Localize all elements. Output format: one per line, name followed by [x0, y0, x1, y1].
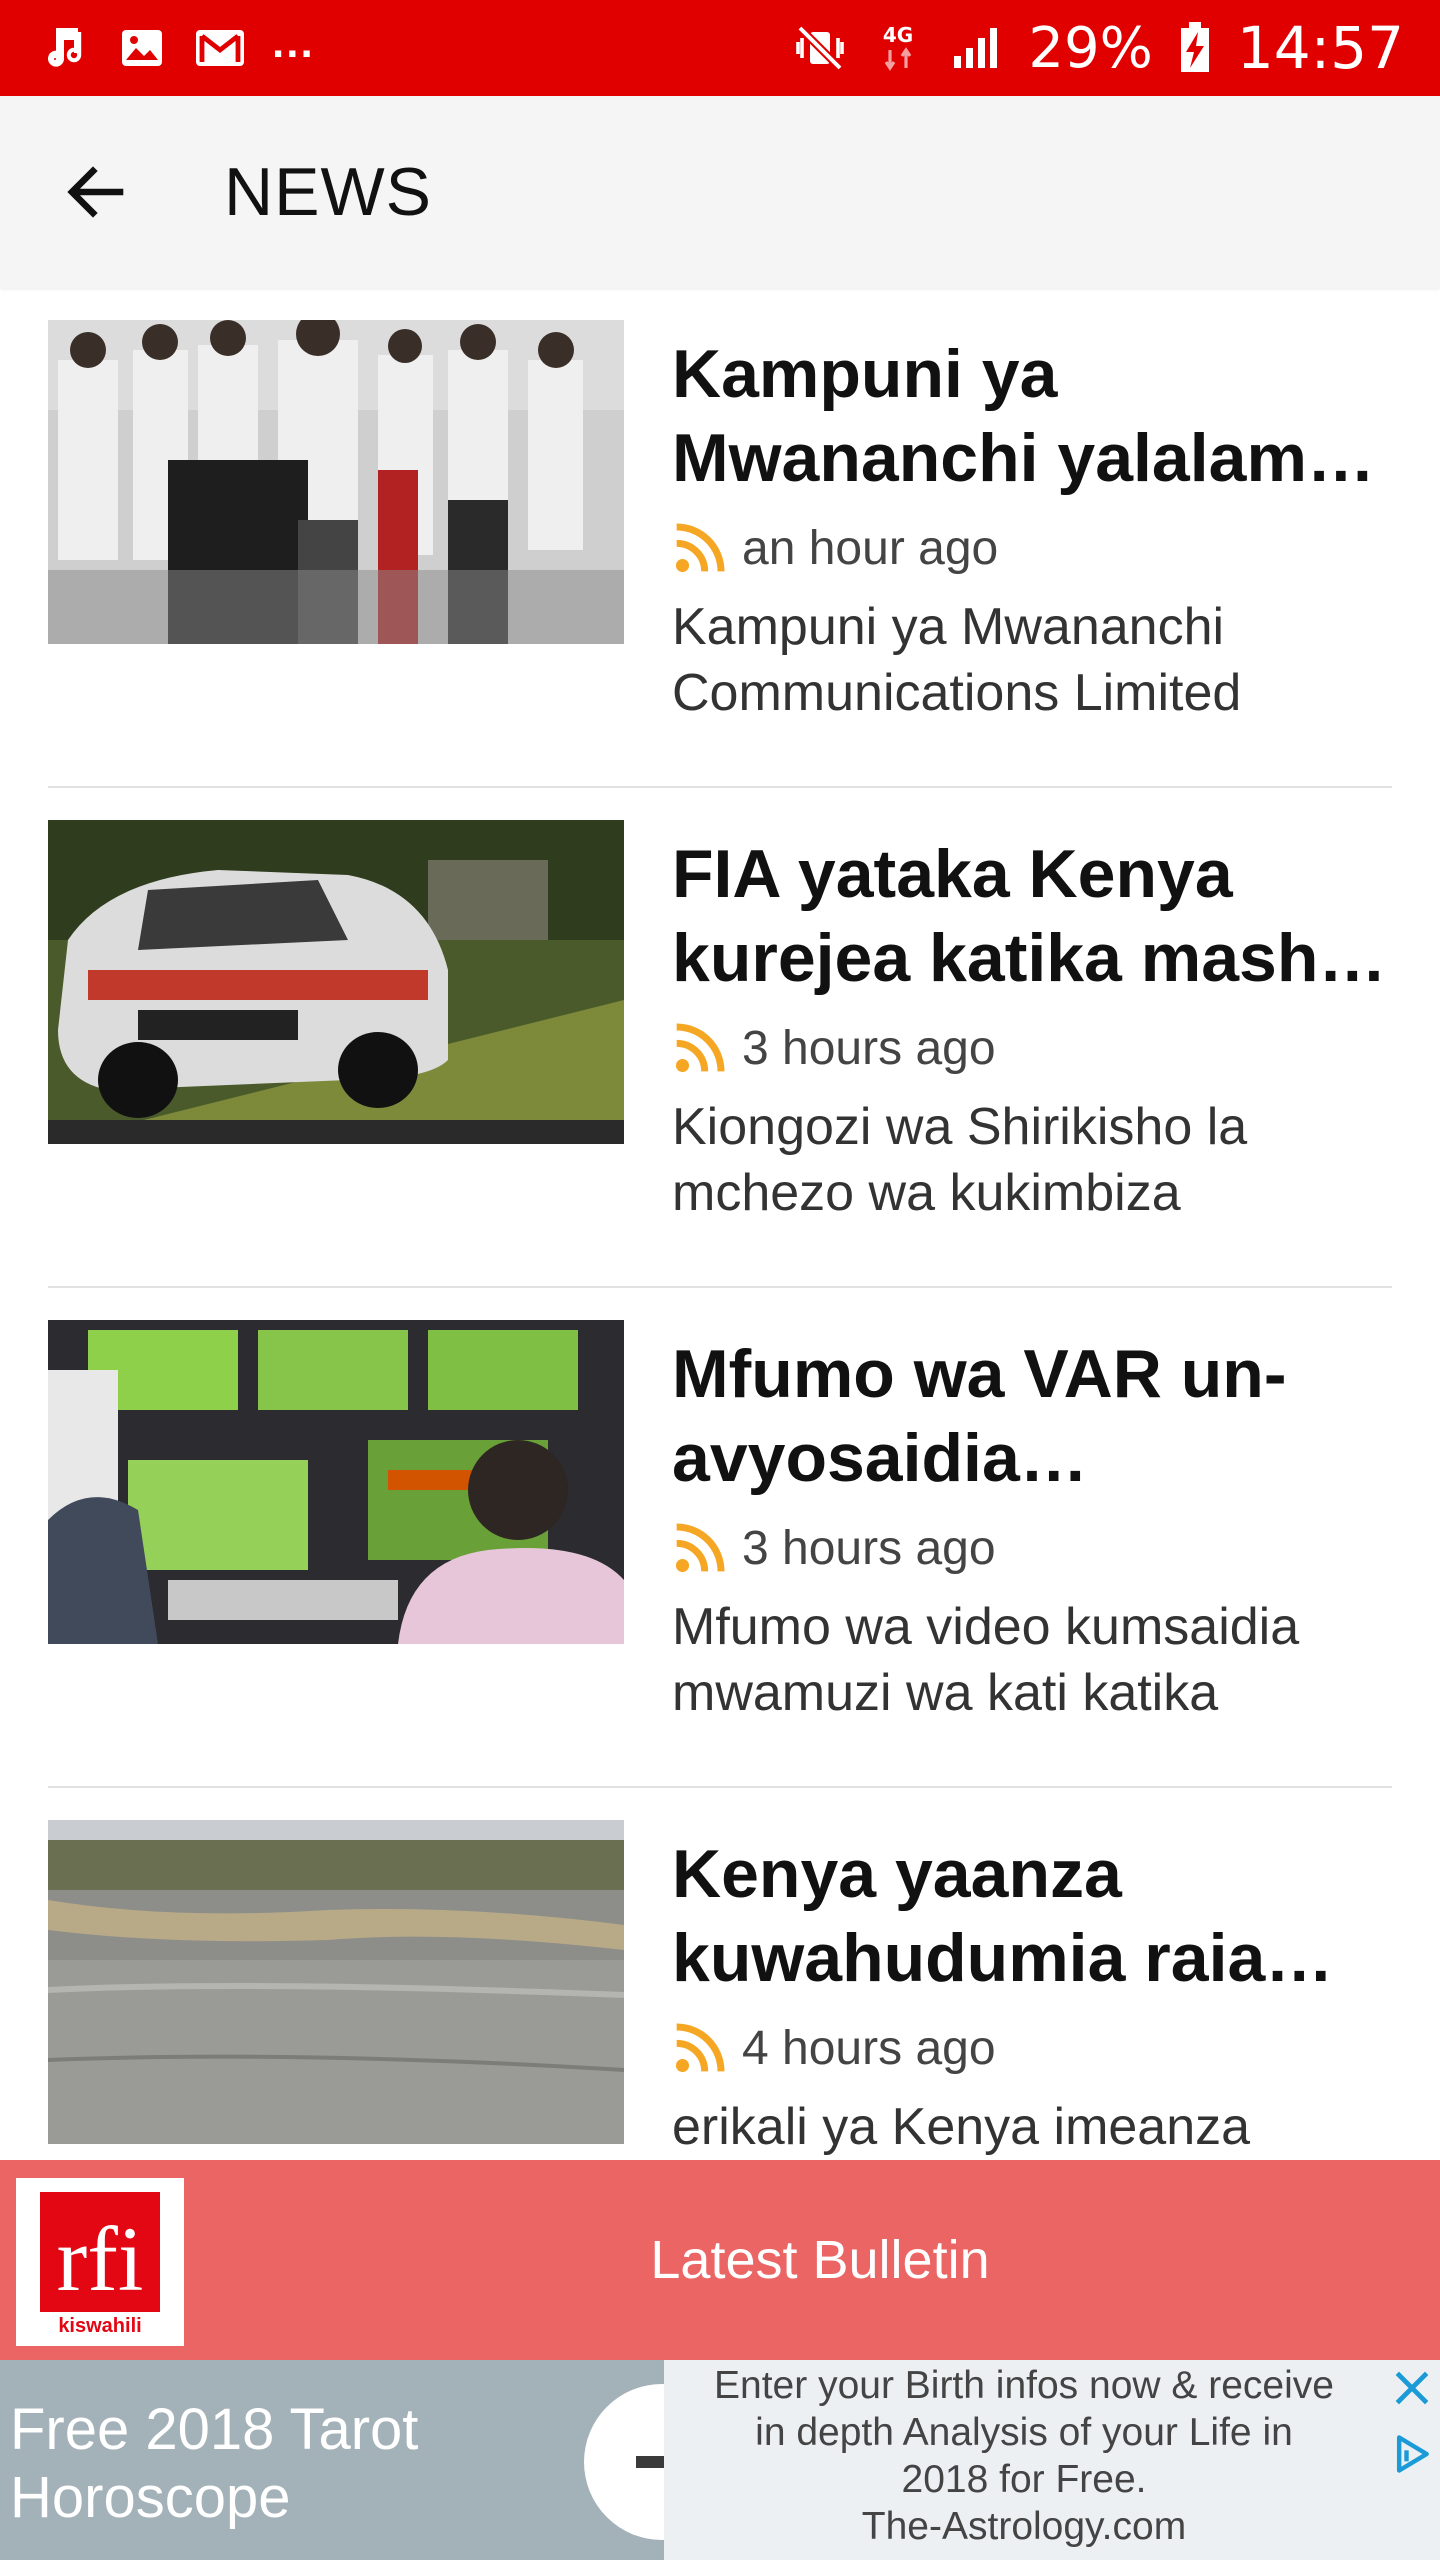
news-time: 4 hours ago	[742, 2021, 996, 2075]
network-type: 4G	[883, 23, 913, 47]
arrow-back-icon	[67, 166, 124, 218]
news-item[interactable]: Kampuni ya Mwananchi yalalam… an hour ag…	[48, 288, 1392, 788]
news-headline: Kenya yaanza kuwahudumia raia w…	[672, 1836, 1266, 1996]
app-bar: NEWS	[0, 96, 1440, 288]
news-headline: Kampuni ya Mwananchi yalalam…	[672, 336, 1375, 496]
rss-icon	[675, 2023, 725, 2073]
news-summary: erikali ya Kenya imeanza	[672, 2098, 1251, 2156]
news-thumbnail	[48, 820, 624, 1144]
news-meta: 4 hours ago	[672, 2012, 1392, 2084]
vibrate-mute-icon	[794, 22, 846, 74]
news-meta: 3 hours ago	[672, 1012, 1392, 1084]
adchoices-icon	[1396, 2435, 1429, 2473]
battery-charging-icon	[1179, 22, 1211, 74]
news-meta: 3 hours ago	[672, 1512, 1392, 1584]
news-summary: Kampuni ya Mwananchi Communications Limi…	[672, 598, 1242, 722]
news-text: Kenya yaanza kuwahudumia raia w… 4 hours…	[672, 1832, 1392, 2160]
battery-percent: 29%	[1028, 15, 1153, 81]
news-text: FIA yataka Kenya kurejea katika mash… 3 …	[672, 832, 1392, 1226]
network-4g-icon: 4G	[872, 22, 924, 74]
page-title: NEWS	[224, 154, 432, 230]
rss-icon	[675, 1523, 725, 1573]
news-summary: Mfumo wa video kumsaidia mwamuzi wa kati…	[672, 1598, 1300, 1722]
ad-description: Enter your Birth infos now & receive in …	[664, 2360, 1384, 2560]
news-item[interactable]: FIA yataka Kenya kurejea katika mash… 3 …	[48, 788, 1392, 1288]
more-notifications: ...	[272, 18, 315, 67]
bulletin-label: Latest Bulletin	[650, 2230, 990, 2290]
news-text: Kampuni ya Mwananchi yalalam… an hour ag…	[672, 332, 1392, 726]
ad-banner[interactable]: Free 2018 Tarot Horoscope Enter your Bir…	[0, 2360, 1440, 2560]
status-bar: ... 4G 29% 14:57	[0, 0, 1440, 96]
ad-line: Enter your Birth infos now & receive	[714, 2364, 1334, 2407]
news-thumbnail	[48, 1820, 624, 2144]
gmail-icon	[194, 22, 246, 74]
ad-line: The-Astrology.com	[861, 2505, 1187, 2548]
news-headline: FIA yataka Kenya kurejea katika mash…	[672, 836, 1387, 996]
news-thumbnail	[48, 320, 624, 644]
ad-headline: Free 2018 Tarot Horoscope	[10, 2397, 419, 2530]
logo-subtext: kiswahili	[58, 2315, 141, 2337]
latest-bulletin-button[interactable]: rfi kiswahili Latest Bulletin	[0, 2160, 1440, 2360]
signal-icon	[950, 22, 1002, 74]
news-text: Mfumo wa VAR un-avyosaidia maamuzi… 3 ho…	[672, 1332, 1392, 1726]
news-headline: Mfumo wa VAR un-avyosaidia maamuzi…	[672, 1336, 1287, 1496]
system-icons: 4G 29% 14:57	[794, 14, 1404, 82]
news-list[interactable]: Kampuni ya Mwananchi yalalam… an hour ag…	[0, 288, 1440, 2160]
news-time: 3 hours ago	[742, 1521, 996, 1575]
rss-icon	[675, 523, 725, 573]
news-thumbnail	[48, 1320, 624, 1644]
close-icon	[1395, 2371, 1429, 2405]
rss-icon	[675, 1023, 725, 1073]
image-icon	[116, 22, 168, 74]
news-meta: an hour ago	[672, 512, 1392, 584]
ad-line: 2018 for Free.	[901, 2458, 1147, 2501]
news-time: an hour ago	[742, 521, 999, 575]
news-summary: Kiongozi wa Shirikisho la mchezo wa kuki…	[672, 1098, 1248, 1222]
back-button[interactable]	[48, 144, 144, 240]
news-time: 3 hours ago	[742, 1021, 996, 1075]
music-note-icon	[38, 22, 90, 74]
notification-icons: ...	[38, 18, 315, 74]
ad-choices-button[interactable]	[1384, 2416, 1440, 2560]
clock: 14:57	[1236, 14, 1404, 82]
ad-line: in depth Analysis of your Life in	[755, 2411, 1293, 2454]
news-item[interactable]: Mfumo wa VAR un-avyosaidia maamuzi… 3 ho…	[48, 1288, 1392, 1788]
ad-close-button[interactable]	[1384, 2360, 1440, 2416]
news-item[interactable]: Kenya yaanza kuwahudumia raia w… 4 hours…	[48, 1788, 1392, 2160]
